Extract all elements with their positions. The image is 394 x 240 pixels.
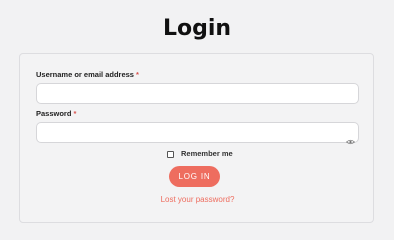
remember-me-row[interactable]: Remember me — [167, 148, 233, 160]
remember-me-checkbox[interactable] — [167, 150, 174, 158]
password-label: Password * — [36, 109, 76, 119]
remember-me-label: Remember me — [181, 149, 233, 158]
password-label-text: Password — [36, 109, 72, 118]
required-mark: * — [135, 70, 139, 79]
required-mark: * — [73, 109, 77, 118]
username-input[interactable] — [36, 83, 359, 104]
login-form: Username or email address * Password * Rem… — [19, 53, 374, 223]
username-label: Username or email address * — [36, 70, 139, 80]
username-label-text: Username or email address — [36, 70, 134, 79]
page-title: Login — [162, 16, 232, 41]
eye-icon[interactable] — [345, 130, 356, 145]
password-input[interactable] — [36, 122, 359, 143]
lost-password-link[interactable]: Lost your password? — [20, 194, 375, 206]
login-button[interactable]: LOG IN — [169, 166, 220, 187]
